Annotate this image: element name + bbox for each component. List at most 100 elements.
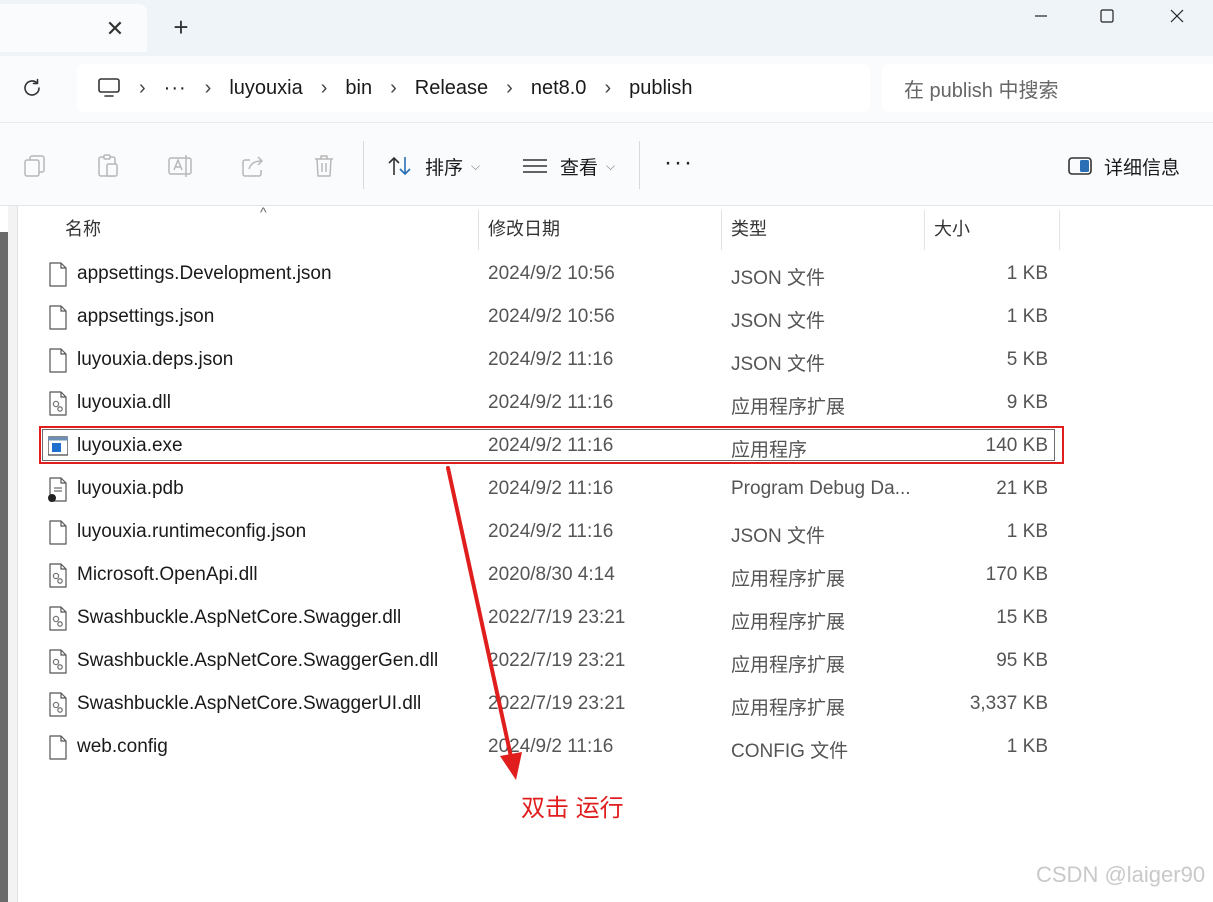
sort-icon [388, 157, 411, 175]
file-row-swashbuckle-aspnetcore-swaggerui-dll[interactable]: Swashbuckle.AspNetCore.SwaggerUI.dll 2022… [38, 683, 1063, 726]
file-size: 95 KB [996, 650, 1048, 671]
file-row-appsettings-development-json[interactable]: appsettings.Development.json 2024/9/2 10:… [38, 253, 1063, 296]
file-size: 3,337 KB [969, 693, 1048, 714]
column-separator[interactable] [721, 210, 722, 250]
view-icon [523, 159, 547, 173]
breadcrumb-item-bin[interactable]: bin [345, 77, 372, 100]
breadcrumb-overflow[interactable]: ··· [164, 77, 187, 100]
sort-ascending-icon: ^ [260, 204, 267, 220]
new-tab-icon[interactable]: + [170, 14, 192, 40]
breadcrumb-item-luyouxia[interactable]: luyouxia [229, 77, 302, 100]
file-row-web-config[interactable]: web.config 2024/9/2 11:16 CONFIG 文件 1 KB [38, 726, 1063, 769]
column-header-type[interactable]: 类型 [731, 206, 767, 250]
dll-icon [49, 692, 67, 717]
file-type: JSON 文件 [731, 526, 825, 547]
chevron-right-icon[interactable]: › [205, 77, 212, 100]
annotation-label: 双击 运行 [521, 795, 624, 822]
file-row-swashbuckle-aspnetcore-swagger-dll[interactable]: Swashbuckle.AspNetCore.Swagger.dll 2022/7… [38, 597, 1063, 640]
file-row-luyouxia-runtimeconfig-json[interactable]: luyouxia.runtimeconfig.json 2024/9/2 11:1… [38, 511, 1063, 554]
file-size: 1 KB [1006, 263, 1048, 284]
close-tab-icon[interactable]: ✕ [104, 18, 126, 40]
file-list: ^ 名称 修改日期 类型 大小 appsettings.Development.… [18, 204, 1213, 902]
breadcrumb-item-release[interactable]: Release [415, 77, 488, 100]
sort-button[interactable]: 排序 ⌵ [387, 151, 480, 181]
details-pane-button[interactable]: 详细信息 [1068, 151, 1180, 181]
copy-icon[interactable] [22, 153, 48, 179]
file-date: 2024/9/2 11:16 [488, 392, 614, 413]
chevron-right-icon[interactable]: › [506, 77, 513, 100]
file-type: Program Debug Da... [731, 478, 911, 499]
file-row-luyouxia-dll[interactable]: luyouxia.dll 2024/9/2 11:16 应用程序扩展 9 KB [38, 382, 1063, 425]
file-size: 170 KB [985, 564, 1048, 585]
column-separator[interactable] [924, 210, 925, 250]
dll-icon [49, 606, 67, 631]
breadcrumb[interactable]: › ··· › luyouxia › bin › Release › net8.… [77, 64, 870, 112]
column-header-size[interactable]: 大小 [934, 206, 970, 250]
file-size: 1 KB [1006, 521, 1048, 542]
rename-icon[interactable] [167, 153, 193, 179]
file-row-swashbuckle-aspnetcore-swaggergen-dll[interactable]: Swashbuckle.AspNetCore.SwaggerGen.dll 202… [38, 640, 1063, 683]
file-row-luyouxia-deps-json[interactable]: luyouxia.deps.json 2024/9/2 11:16 JSON 文件 5… [38, 339, 1063, 382]
file-size: 21 KB [996, 478, 1048, 499]
minimize-icon [1035, 15, 1047, 17]
file-type: 应用程序扩展 [731, 655, 846, 676]
address-row: › ··· › luyouxia › bin › Release › net8.… [0, 56, 1213, 122]
chevron-right-icon[interactable]: › [321, 77, 328, 100]
file-name: luyouxia.deps.json [77, 349, 234, 370]
file-size: 9 KB [1006, 392, 1048, 413]
maximize-button[interactable] [1071, 0, 1143, 32]
column-header-date[interactable]: 修改日期 [488, 206, 560, 250]
watermark: CSDN @laiger90 [1036, 862, 1206, 887]
refresh-icon[interactable] [20, 76, 44, 100]
command-bar: 排序 ⌵ 查看 ⌵ ··· 详细信息 [0, 122, 1213, 206]
file-type: 应用程序扩展 [731, 612, 846, 633]
file-icon [49, 348, 67, 373]
file-size: 1 KB [1006, 736, 1048, 757]
file-row-appsettings-json[interactable]: appsettings.json 2024/9/2 10:56 JSON 文件 1 K… [38, 296, 1063, 339]
file-icon [49, 735, 67, 760]
delete-icon[interactable] [311, 153, 337, 179]
file-size: 5 KB [1006, 349, 1048, 370]
file-size: 15 KB [996, 607, 1048, 628]
file-name: Swashbuckle.AspNetCore.SwaggerGen.dll [77, 650, 439, 671]
share-icon[interactable] [240, 153, 266, 179]
close-window-button[interactable] [1141, 0, 1213, 32]
chevron-down-icon: ⌵ [471, 158, 481, 173]
file-type: JSON 文件 [731, 354, 825, 375]
file-name: Swashbuckle.AspNetCore.Swagger.dll [77, 607, 402, 628]
file-name: appsettings.json [77, 306, 215, 327]
dll-icon [49, 649, 67, 674]
this-pc-icon[interactable] [97, 77, 121, 99]
search-input[interactable]: 在 publish 中搜索 [882, 64, 1213, 112]
details-pane-icon [1068, 157, 1092, 175]
file-name: web.config [77, 736, 168, 757]
chevron-right-icon[interactable]: › [139, 77, 146, 100]
toolbar-divider [363, 141, 364, 189]
file-size: 1 KB [1006, 306, 1048, 327]
chevron-right-icon[interactable]: › [604, 77, 611, 100]
file-row-microsoft-openapi-dll[interactable]: Microsoft.OpenApi.dll 2020/8/30 4:14 应用程序扩… [38, 554, 1063, 597]
column-header-name[interactable]: 名称 [65, 206, 101, 250]
navigation-pane-edge [0, 232, 8, 902]
close-icon [1170, 9, 1184, 23]
file-row-luyouxia-pdb[interactable]: luyouxia.pdb 2024/9/2 11:16 Program Debug … [38, 468, 1063, 511]
more-options-button[interactable]: ··· [664, 151, 694, 175]
explorer-tab[interactable]: ✕ [0, 4, 147, 52]
file-icon [49, 305, 67, 330]
file-type: 应用程序扩展 [731, 698, 846, 719]
column-separator[interactable] [478, 210, 479, 250]
paste-icon[interactable] [95, 153, 121, 179]
breadcrumb-item-net8[interactable]: net8.0 [531, 77, 587, 100]
column-separator[interactable] [1059, 210, 1060, 250]
view-button[interactable]: 查看 ⌵ [522, 151, 615, 181]
file-type: 应用程序扩展 [731, 569, 846, 590]
minimize-button[interactable] [1005, 0, 1077, 32]
chevron-right-icon[interactable]: › [390, 77, 397, 100]
pane-splitter[interactable] [8, 206, 18, 902]
chevron-down-icon: ⌵ [606, 158, 616, 173]
file-name: Swashbuckle.AspNetCore.SwaggerUI.dll [77, 693, 422, 714]
file-date: 2024/9/2 10:56 [488, 263, 615, 284]
sort-label: 排序 [425, 157, 464, 179]
selected-row-focus [42, 429, 1055, 461]
breadcrumb-item-publish[interactable]: publish [629, 77, 692, 100]
